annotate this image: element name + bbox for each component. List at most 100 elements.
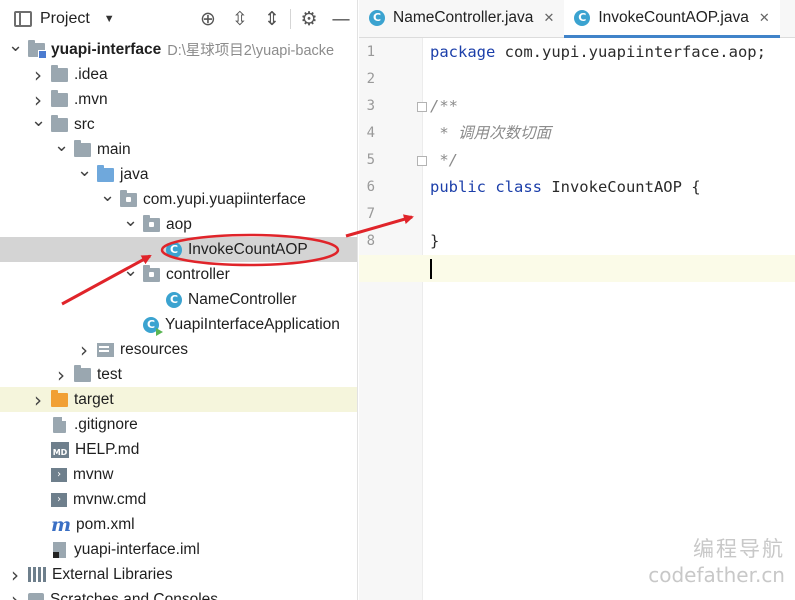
chevron-right-icon[interactable]: ›	[31, 390, 45, 410]
tree-item-label: HELP.md	[75, 440, 140, 458]
code-line-3: /**	[430, 93, 795, 120]
chevron-right-icon[interactable]: ›	[8, 590, 22, 600]
tree-item-yuapiinterfaceapplication[interactable]: ›CYuapiInterfaceApplication	[0, 312, 357, 337]
module-path: D:\星球项目2\yuapi-backe	[167, 43, 335, 59]
tree-item-label: YuapiInterfaceApplication	[165, 315, 340, 333]
tree-item-label: NameController	[188, 290, 297, 308]
tree-item-mvnw-cmd[interactable]: ››mvnw.cmd	[0, 487, 357, 512]
code-text: }	[430, 232, 440, 250]
toolbar-divider	[290, 9, 291, 29]
tree-item-label: InvokeCountAOP	[188, 240, 308, 258]
tree-item-test[interactable]: › test	[0, 362, 357, 387]
chevron-right-icon[interactable]: ›	[54, 365, 68, 385]
class-icon: C	[166, 291, 182, 308]
keyword: package	[430, 43, 496, 61]
tree-item-namecontroller[interactable]: ›CNameController	[0, 287, 357, 312]
tree-item-label: External Libraries	[52, 565, 173, 583]
expand-all-icon[interactable]: ⇳	[224, 0, 256, 38]
maven-icon: m	[51, 513, 72, 536]
tree-item-label: main	[97, 140, 131, 158]
comment: * 调用次数切面	[430, 124, 551, 142]
class-icon: C	[369, 10, 385, 26]
chevron-down-icon[interactable]: ⌄	[8, 36, 23, 54]
project-view-selector[interactable]: Project	[40, 10, 90, 28]
tree-item-yuapi-interface[interactable]: ⌄ yuapi-interface D:\星球项目2\yuapi-backe	[0, 36, 357, 62]
project-view-icon	[14, 11, 32, 27]
keyword: public class	[430, 178, 542, 196]
project-panel: Project ▼ ⊕ ⇳ ⇕ ⚙ — ⌄ yuapi-interface D:\星…	[0, 0, 358, 600]
tree-item-scratches-and-consoles[interactable]: › Scratches and Consoles	[0, 587, 357, 600]
tree-item-com-yupi-yuapiinterface[interactable]: ⌄ com.yupi.yuapiinterface	[0, 186, 357, 212]
package-icon	[143, 214, 160, 232]
tree-item-idea[interactable]: › .idea	[0, 62, 357, 87]
chevron-down-icon[interactable]: ▼	[104, 13, 115, 25]
tree-item-label: .mvn	[74, 90, 108, 108]
editor-tab-bar: C NameController.java ✕ C InvokeCountAOP…	[359, 0, 795, 38]
tree-item-aop[interactable]: ⌄ aop	[0, 211, 357, 237]
tab-invoke-count-aop[interactable]: C InvokeCountAOP.java ✕	[564, 0, 781, 38]
tree-item-target[interactable]: › target	[0, 387, 357, 412]
fold-marker-icon[interactable]	[417, 102, 427, 112]
project-panel-header: Project ▼ ⊕ ⇳ ⇕ ⚙ —	[0, 0, 357, 38]
file-icon	[53, 416, 66, 433]
tree-item-label: Scratches and Consoles	[50, 590, 219, 600]
close-icon[interactable]: ✕	[543, 11, 554, 26]
tree-item-label: java	[120, 165, 149, 183]
tree-item-pom-xml[interactable]: ›mpom.xml	[0, 512, 357, 537]
tree-item-label: pom.xml	[76, 515, 135, 533]
chevron-right-icon[interactable]: ›	[31, 65, 45, 85]
project-toolbar: ⊕ ⇳ ⇕ ⚙ —	[192, 0, 357, 38]
comment: */	[430, 151, 458, 169]
tree-item-gitignore[interactable]: ›.gitignore	[0, 412, 357, 437]
folder-icon	[74, 364, 91, 382]
tree-item-label: mvnw.cmd	[73, 490, 147, 508]
tree-item-label: resources	[120, 340, 189, 358]
tree-item-help-md[interactable]: ›MDHELP.md	[0, 437, 357, 462]
terminal-icon: ›	[51, 492, 67, 507]
minimize-icon[interactable]: —	[325, 0, 357, 38]
tree-item-mvn[interactable]: › .mvn	[0, 87, 357, 112]
tree-item-label: target	[74, 390, 114, 408]
class-icon: C	[166, 241, 182, 258]
code-line-5: */	[430, 147, 795, 174]
folder-icon	[51, 114, 68, 132]
package-icon	[143, 264, 160, 282]
iml-icon	[53, 541, 66, 558]
fold-marker-icon[interactable]	[417, 156, 427, 166]
tree-item-invokecountaop[interactable]: ›CInvokeCountAOP	[0, 237, 357, 262]
collapse-all-icon[interactable]: ⇕	[256, 0, 288, 38]
excluded-folder-icon	[51, 389, 68, 407]
chevron-right-icon[interactable]: ›	[8, 565, 22, 585]
code-line-8: }	[430, 228, 795, 255]
chevron-down-icon[interactable]: ⌄	[77, 161, 92, 179]
gear-icon[interactable]: ⚙	[293, 0, 325, 38]
chevron-down-icon[interactable]: ⌄	[31, 111, 46, 129]
tree-item-controller[interactable]: ⌄ controller	[0, 261, 357, 287]
resources-folder-icon	[97, 342, 114, 357]
line-number: 6	[366, 179, 375, 195]
close-icon[interactable]: ✕	[759, 11, 770, 26]
tree-item-main[interactable]: ⌄ main	[0, 136, 357, 162]
chevron-down-icon[interactable]: ⌄	[123, 211, 138, 229]
tree-item-mvnw[interactable]: ››mvnw	[0, 462, 357, 487]
tree-item-external-libraries[interactable]: › External Libraries	[0, 562, 357, 587]
tree-item-label: src	[74, 115, 95, 133]
tree-item-resources[interactable]: › resources	[0, 337, 357, 362]
scratches-icon	[28, 592, 44, 600]
chevron-right-icon[interactable]: ›	[31, 90, 45, 110]
target-icon[interactable]: ⊕	[192, 0, 224, 38]
markdown-icon: MD	[51, 441, 69, 458]
editor-gutter: 1 2 3 4 5 6 7 8 9	[359, 38, 427, 600]
class-icon: C	[574, 10, 591, 26]
chevron-down-icon[interactable]: ⌄	[100, 186, 115, 204]
chevron-down-icon[interactable]: ⌄	[123, 261, 138, 279]
tree-item-yuapi-interface-iml[interactable]: ›yuapi-interface.iml	[0, 537, 357, 562]
folder-icon	[51, 64, 68, 82]
tab-name-controller[interactable]: C NameController.java ✕	[359, 0, 564, 37]
chevron-right-icon[interactable]: ›	[77, 340, 91, 360]
tree-item-src[interactable]: ⌄ src	[0, 111, 357, 137]
tree-item-java[interactable]: ⌄ java	[0, 161, 357, 187]
line-number: 8	[366, 233, 375, 249]
chevron-down-icon[interactable]: ⌄	[54, 136, 69, 154]
code-line-4: * 调用次数切面	[430, 120, 795, 147]
